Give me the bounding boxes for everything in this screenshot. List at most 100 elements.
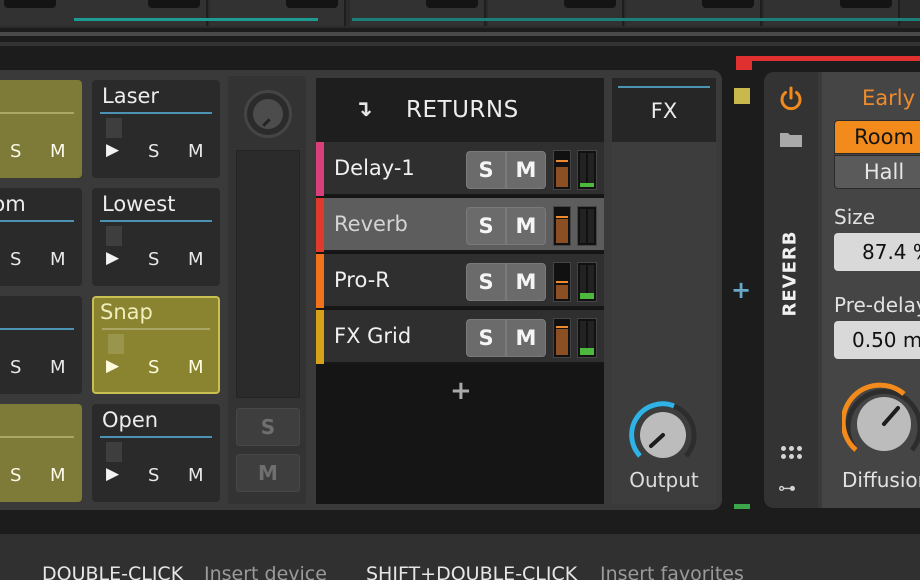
returns-header[interactable]: ↴ RETURNS	[316, 78, 604, 142]
return-track-row[interactable]: Pro-R S M	[316, 254, 604, 308]
output-label: Output	[629, 468, 699, 492]
mini-channel[interactable]	[488, 0, 624, 26]
meter-fill	[556, 167, 568, 187]
diffusion-knob[interactable]	[842, 382, 920, 466]
dot	[797, 446, 802, 451]
volume-fader[interactable]	[236, 150, 300, 398]
pad-mute-button[interactable]: M	[50, 141, 66, 162]
mini-channel[interactable]	[626, 0, 762, 26]
pad-mute-button[interactable]: M	[50, 465, 66, 486]
drum-pad[interactable]: sed S M	[0, 404, 82, 502]
mute-button[interactable]: M	[236, 454, 300, 492]
mini-value	[840, 0, 892, 8]
pad-level-line	[0, 328, 74, 330]
mini-channel[interactable]	[350, 0, 486, 26]
fx-level-line	[618, 86, 710, 88]
pan-knob[interactable]	[244, 90, 292, 138]
output-knob[interactable]	[626, 398, 700, 472]
pad-chain-box	[106, 226, 122, 246]
meter-peak	[556, 281, 568, 283]
return-track-row[interactable]: FX Grid S M	[316, 310, 604, 364]
diffusion-label: Diffusion	[842, 468, 920, 492]
meter-green	[580, 183, 594, 187]
early-section-label: Early	[862, 86, 916, 110]
pad-solo-button[interactable]: S	[148, 357, 159, 378]
mini-channel[interactable]	[764, 0, 900, 26]
return-mute-button[interactable]: M	[506, 319, 546, 357]
predelay-field[interactable]: 0.50 ms	[834, 321, 920, 359]
meter-indicator	[734, 504, 750, 509]
mini-value	[286, 0, 338, 8]
pad-solo-button[interactable]: S	[10, 141, 21, 162]
fx-header[interactable]: FX	[612, 78, 716, 142]
play-icon[interactable]: ▶	[106, 140, 119, 160]
folder-icon[interactable]	[779, 130, 803, 148]
return-track-row-selected[interactable]: Reverb S M	[316, 198, 604, 252]
meter-fill	[556, 285, 568, 299]
mini-value	[564, 0, 616, 8]
drum-pad[interactable]: am S M	[0, 80, 82, 178]
modulator-key-icon[interactable]: ⊶	[778, 478, 796, 499]
pad-level-line	[0, 220, 74, 222]
return-solo-button[interactable]: S	[466, 151, 506, 189]
hint-key: SHIFT+DOUBLE-CLICK	[366, 563, 578, 580]
return-track-row[interactable]: Delay-1 S M	[316, 142, 604, 196]
return-solo-button[interactable]: S	[466, 319, 506, 357]
add-return-button[interactable]: +	[450, 376, 472, 406]
pad-level-line	[102, 328, 210, 330]
hall-option[interactable]: Hall	[834, 155, 920, 189]
drum-pad[interactable]: Lowest ▶ S M	[92, 188, 220, 286]
track-color-square	[734, 88, 750, 104]
level-meter	[553, 262, 571, 302]
drum-pad[interactable]: y Tom S M	[0, 188, 82, 286]
mini-channel[interactable]	[72, 0, 208, 26]
play-icon[interactable]: ▶	[106, 356, 119, 376]
return-mute-button[interactable]: M	[506, 207, 546, 245]
power-icon[interactable]	[777, 84, 805, 112]
drum-pad[interactable]: Open ▶ S M	[92, 404, 220, 502]
pad-level-line	[100, 220, 212, 222]
return-mute-button[interactable]: M	[506, 151, 546, 189]
pad-solo-button[interactable]: S	[10, 465, 21, 486]
pad-name: y Tom	[0, 192, 26, 216]
play-icon[interactable]: ▶	[106, 464, 119, 484]
pad-mute-button[interactable]: M	[50, 357, 66, 378]
grid-dots-icon[interactable]	[779, 444, 805, 466]
solo-button[interactable]: S	[236, 408, 300, 446]
return-solo-button[interactable]: S	[466, 207, 506, 245]
pad-solo-button[interactable]: S	[10, 357, 21, 378]
play-icon[interactable]: ▶	[106, 248, 119, 268]
meter-bar-right	[588, 153, 594, 187]
pad-solo-button[interactable]: S	[148, 141, 159, 162]
meter-fill	[556, 219, 568, 243]
pad-mute-button[interactable]: M	[188, 141, 204, 162]
mixer-strip-top	[0, 0, 920, 28]
size-field[interactable]: 87.4 %	[834, 233, 920, 271]
return-solo-button[interactable]: S	[466, 263, 506, 301]
pad-mute-button[interactable]: M	[50, 249, 66, 270]
pad-level-line	[0, 436, 74, 438]
drum-pad[interactable]: ck S M	[0, 296, 82, 394]
pad-mute-button[interactable]: M	[188, 249, 204, 270]
record-indicator	[736, 56, 752, 70]
pad-mute-button[interactable]: M	[188, 357, 204, 378]
level-meter	[553, 318, 571, 358]
pad-solo-button[interactable]: S	[148, 249, 159, 270]
hint-description: Insert device	[204, 563, 327, 580]
room-option[interactable]: Room	[834, 120, 920, 154]
pad-solo-button[interactable]: S	[10, 249, 21, 270]
collapse-arrow-icon[interactable]: ↴	[354, 97, 372, 122]
pad-solo-button[interactable]: S	[148, 465, 159, 486]
return-track-name: Delay-1	[334, 156, 415, 180]
meter-peak	[556, 160, 568, 162]
device-title: REVERB	[779, 230, 801, 317]
meter-peak	[556, 216, 568, 218]
meter-bar-left	[580, 209, 586, 243]
return-mute-button[interactable]: M	[506, 263, 546, 301]
drum-pad-selected[interactable]: Snap ▶ S M	[92, 296, 220, 394]
pad-mute-button[interactable]: M	[188, 465, 204, 486]
add-device-button[interactable]: +	[731, 276, 751, 304]
level-meter	[553, 150, 571, 190]
mini-channel[interactable]	[210, 0, 346, 26]
drum-pad[interactable]: Laser ▶ S M	[92, 80, 220, 178]
